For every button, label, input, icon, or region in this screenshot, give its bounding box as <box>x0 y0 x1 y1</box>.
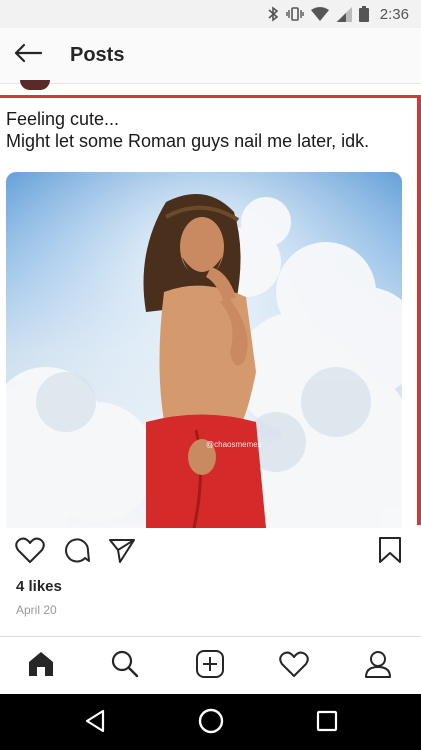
caption-line-2: Might let some Roman guys nail me later,… <box>6 131 370 151</box>
image-watermark: @chaosmemes <box>206 440 262 449</box>
status-time: 2:36 <box>379 5 409 23</box>
system-navigation-bar <box>0 694 421 750</box>
system-home-button[interactable] <box>196 708 226 738</box>
instagram-post-screen: 2:36 Posts Feeling cute... Might let som… <box>0 0 421 750</box>
like-button[interactable] <box>14 536 46 568</box>
wifi-icon <box>310 6 329 22</box>
battery-icon <box>358 6 369 22</box>
share-icon <box>108 536 136 569</box>
status-bar: 2:36 <box>0 0 421 28</box>
caption-line-1: Feeling cute... <box>6 109 120 129</box>
avatar[interactable] <box>20 80 50 90</box>
search-icon <box>110 649 140 684</box>
home-icon <box>26 649 56 684</box>
bluetooth-icon <box>267 6 279 22</box>
post-caption: Feeling cute... Might let some Roman guy… <box>6 108 369 152</box>
tab-profile[interactable] <box>361 649 395 683</box>
like-count[interactable]: 4 likes <box>16 578 62 595</box>
tab-new-post[interactable] <box>193 649 227 683</box>
back-button[interactable] <box>0 28 56 84</box>
recents-square-icon <box>316 710 338 737</box>
home-circle-icon <box>197 707 225 740</box>
add-post-icon <box>195 649 225 684</box>
bookmark-icon <box>378 536 402 569</box>
top-header: Posts <box>0 28 421 84</box>
comment-button[interactable] <box>60 536 92 568</box>
bookmark-button[interactable] <box>374 536 406 568</box>
tab-activity[interactable] <box>277 649 311 683</box>
bottom-tab-bar <box>0 636 421 694</box>
system-recents-button[interactable] <box>312 708 342 738</box>
system-back-button[interactable] <box>80 708 110 738</box>
page-title: Posts <box>70 44 125 66</box>
post-image-illustration: @chaosmemes <box>6 172 402 528</box>
post-content: Feeling cute... Might let some Roman guy… <box>0 95 421 528</box>
share-button[interactable] <box>106 536 138 568</box>
vibrate-icon <box>286 6 304 22</box>
profile-icon <box>363 649 393 684</box>
comment-icon <box>62 536 90 569</box>
post-actions <box>0 530 421 570</box>
heart-icon <box>15 536 45 569</box>
post-date: April 20 <box>16 603 57 617</box>
signal-icon <box>335 6 352 22</box>
activity-heart-icon <box>279 650 309 683</box>
tab-home[interactable] <box>24 649 58 683</box>
arrow-left-icon <box>13 43 43 68</box>
tab-search[interactable] <box>108 649 142 683</box>
post-image[interactable]: @chaosmemes <box>6 172 402 528</box>
back-triangle-icon <box>84 709 106 738</box>
